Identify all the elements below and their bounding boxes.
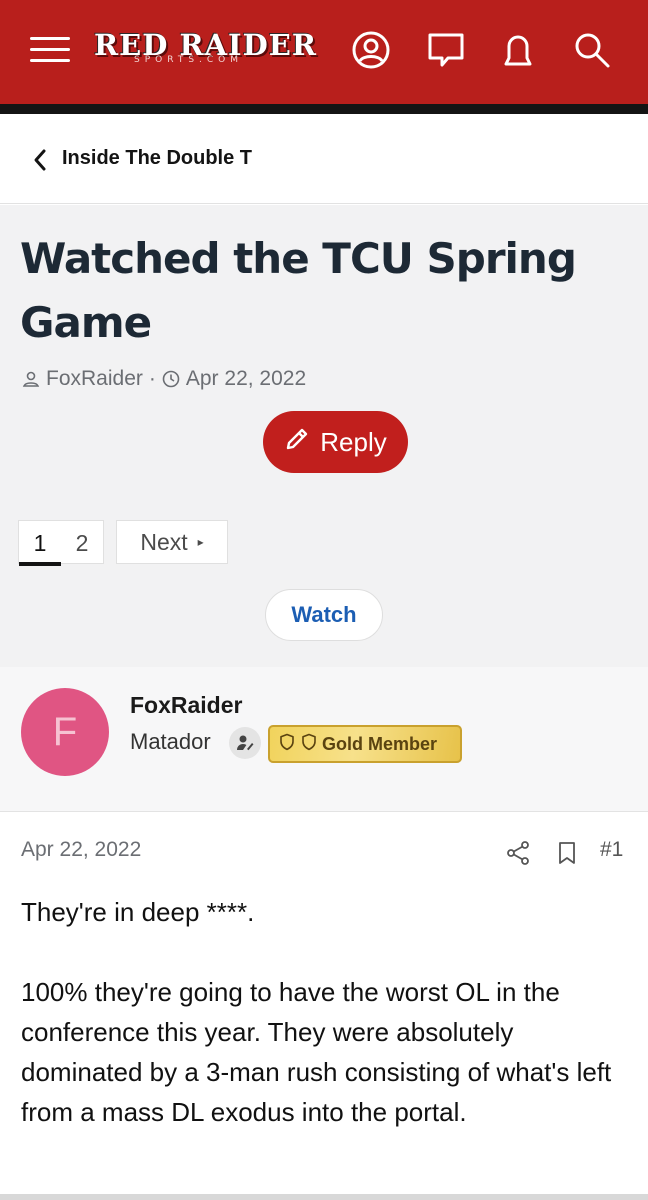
post-paragraph: 100% they're going to have the worst OL … [21, 977, 612, 1127]
account-icon[interactable] [351, 30, 391, 70]
thread-header: Watched the TCU Spring Game FoxRaider · … [0, 205, 648, 667]
shield-icon [278, 733, 296, 756]
reply-label: Reply [320, 426, 387, 457]
post-date[interactable]: Apr 22, 2022 [21, 838, 141, 862]
next-page-button[interactable]: Next ▸ [116, 520, 228, 564]
pagination: 1 2 Next ▸ [18, 520, 228, 566]
next-label: Next [140, 528, 188, 555]
post-content: They're in deep ****. 100% they're going… [21, 892, 633, 1172]
site-logo[interactable]: RED RAIDER SPORTS.COM [94, 28, 316, 72]
bookmark-icon[interactable] [556, 840, 578, 866]
meta-separator: · [148, 367, 156, 390]
clock-icon [162, 370, 180, 388]
search-icon[interactable] [572, 30, 612, 70]
site-header: RED RAIDER SPORTS.COM [0, 0, 648, 104]
watch-button[interactable]: Watch [265, 589, 383, 641]
breadcrumb-label[interactable]: Inside The Double T [62, 147, 252, 170]
user-icon [22, 370, 40, 388]
thread-date[interactable]: Apr 22, 2022 [186, 367, 306, 391]
shield-icon [300, 733, 318, 756]
alerts-icon[interactable] [498, 30, 538, 70]
post-paragraph: They're in deep ****. [21, 897, 255, 927]
post-username[interactable]: FoxRaider [130, 692, 242, 719]
caret-right-icon: ▸ [197, 535, 204, 549]
breadcrumb[interactable]: Inside The Double T [0, 114, 648, 204]
page-list: 1 2 [18, 520, 104, 566]
page-2-link[interactable]: 2 [61, 521, 103, 565]
chevron-left-icon [30, 147, 50, 173]
post-user-block: F FoxRaider Matador Gold Member [0, 667, 648, 812]
logo-subtext: SPORTS.COM [134, 55, 244, 65]
menu-icon[interactable] [30, 33, 70, 65]
thread-title: Watched the TCU Spring Game [20, 234, 577, 347]
thread-meta: FoxRaider · Apr 22, 2022 [22, 365, 306, 393]
user-role-icon [229, 727, 261, 759]
bottom-divider [0, 1194, 648, 1200]
badge-label: Gold Member [322, 733, 438, 754]
pencil-icon [284, 426, 310, 459]
chat-icon[interactable] [426, 30, 466, 70]
share-icon[interactable] [506, 840, 530, 866]
user-title: Matador [130, 729, 211, 754]
avatar[interactable]: F [21, 688, 109, 776]
gold-member-badge: Gold Member [268, 725, 462, 763]
page-1-link[interactable]: 1 [19, 521, 61, 566]
reply-button[interactable]: Reply [263, 411, 408, 473]
post-number[interactable]: #1 [600, 838, 623, 862]
thread-author[interactable]: FoxRaider [46, 367, 143, 391]
header-divider [0, 104, 648, 114]
